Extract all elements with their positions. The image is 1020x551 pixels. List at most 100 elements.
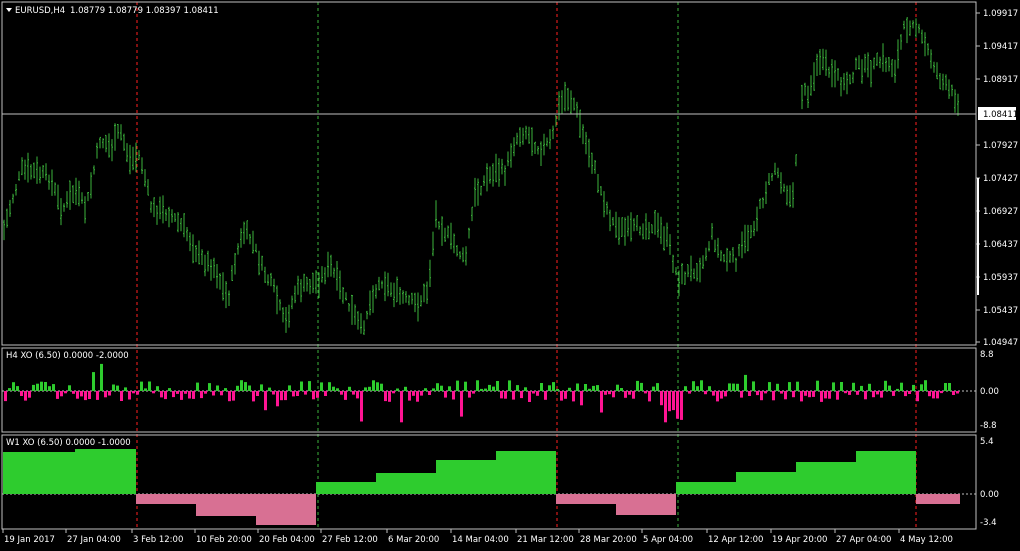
h4-xo-bar xyxy=(804,391,807,396)
h4-xo-bar xyxy=(20,391,23,396)
h4-xo-bar xyxy=(820,391,823,402)
time-label: 3 Feb 12:00 xyxy=(133,535,183,545)
h4-xo-bar xyxy=(96,391,99,400)
h4-xo-bar xyxy=(548,385,551,391)
chart-window[interactable]: EURUSD,H4 1.08779 1.08779 1.08397 1.0841… xyxy=(0,0,1020,551)
price-label: 1.05437 xyxy=(983,306,1018,316)
h4-xo-bar xyxy=(600,391,603,413)
h4-xo-bar xyxy=(304,391,307,395)
h4-xo-bar xyxy=(568,387,571,391)
h4-xo-bar xyxy=(220,391,223,396)
h4-xo-bar xyxy=(68,385,71,391)
h4-xo-bar xyxy=(164,391,167,400)
h4-xo-bar xyxy=(564,391,567,399)
h4-xo-bar xyxy=(784,391,787,400)
h4-xo-bar xyxy=(712,391,715,396)
h4-xo-bar xyxy=(920,384,923,391)
h4-xo-bar xyxy=(776,383,779,391)
h4-xo-bar xyxy=(444,391,447,398)
h4-xo-bar xyxy=(808,391,811,398)
h4-xo-bar xyxy=(692,381,695,391)
w1-scale-bottom: -3.4 xyxy=(980,518,997,528)
price-label: 1.08917 xyxy=(983,75,1018,85)
w1-xo-bar xyxy=(616,494,676,515)
h4-xo-bar xyxy=(300,381,303,391)
h4-xo-bar xyxy=(616,384,619,391)
h4-xo-bar xyxy=(476,380,479,391)
h4-xo-bar xyxy=(240,380,243,391)
h4-xo-bar xyxy=(888,385,891,391)
h4-xo-bar xyxy=(660,391,663,406)
h4-xo-bar xyxy=(780,391,783,394)
h4-xo-bar xyxy=(644,391,647,394)
h4-xo-bar xyxy=(608,391,611,395)
h4-xo-bar xyxy=(388,391,391,402)
h4-xo-bar xyxy=(756,391,759,396)
h4-xo-bar xyxy=(700,380,703,391)
h4-xo-bar xyxy=(640,382,643,391)
h4-xo-bar xyxy=(12,382,15,391)
h4-xo-bar xyxy=(672,391,675,411)
h4-xo-bar xyxy=(28,391,31,398)
w1-scale-zero: 0.00 xyxy=(980,490,999,500)
h4-xo-bar xyxy=(144,388,147,391)
h4-xo-bar xyxy=(500,391,503,399)
h4-xo-bar xyxy=(280,391,283,401)
h4-xo-bar xyxy=(928,391,931,397)
w1-xo-bar xyxy=(75,449,136,494)
h4-xo-bar xyxy=(64,391,67,394)
h4-xo-bar xyxy=(400,391,403,423)
w1-xo-bar xyxy=(916,494,960,504)
h4-xo-bar xyxy=(944,383,947,391)
h4-xo-bar xyxy=(924,380,927,391)
h4-xo-bar xyxy=(168,388,171,391)
h4-xo-bar xyxy=(704,391,707,395)
h4-xo-bar xyxy=(868,383,871,391)
h4-xo-bar xyxy=(748,391,751,396)
h4-xo-bar xyxy=(628,391,631,395)
h4-xo-bar xyxy=(56,391,59,399)
h4-xo-bar xyxy=(884,380,887,391)
time-label: 21 Mar 12:00 xyxy=(517,535,574,545)
h4-xo-bar xyxy=(296,391,299,396)
h4-xo-bar xyxy=(384,391,387,402)
h4-xo-bar xyxy=(720,391,723,399)
time-label: 19 Apr 20:00 xyxy=(772,535,827,545)
h4-xo-bar xyxy=(896,388,899,391)
h4-xo-bar xyxy=(320,382,323,391)
w1-scale-top: 5.4 xyxy=(980,437,994,447)
h4-xo-bar xyxy=(184,391,187,394)
h4-scale-top: 8.8 xyxy=(980,350,994,360)
h4-xo-bar xyxy=(88,391,91,399)
h4-xo-bar xyxy=(192,391,195,399)
h4-xo-bar xyxy=(344,391,347,400)
h4-xo-bar xyxy=(592,385,595,391)
h4-xo-bar xyxy=(244,382,247,391)
h4-xo-bar xyxy=(536,391,539,396)
h4-xo-bar xyxy=(836,391,839,400)
h4-xo-bar xyxy=(428,391,431,395)
price-label: 1.09917 xyxy=(983,9,1018,19)
h4-xo-bar xyxy=(596,385,599,391)
h4-xo-bar xyxy=(668,391,671,412)
h4-xo-bar xyxy=(952,391,955,395)
w1-xo-bar xyxy=(556,494,616,504)
h4-xo-bar xyxy=(224,388,227,391)
h4-xo-bar xyxy=(496,381,499,391)
h4-xo-bar xyxy=(216,385,219,391)
current-price-label: 1.08411 xyxy=(983,110,1018,120)
h4-xo-bar xyxy=(328,382,331,391)
h4-xo-bar xyxy=(264,391,267,411)
h4-xo-bar xyxy=(76,391,79,399)
h4-xo-bar xyxy=(336,388,339,391)
time-label: 20 Feb 04:00 xyxy=(259,535,315,545)
h4-xo-bar xyxy=(772,391,775,401)
h4-xo-bar xyxy=(340,391,343,395)
w1-xo-bar xyxy=(316,482,376,494)
h4-xo-bar xyxy=(276,391,279,407)
h4-xo-bar xyxy=(800,391,803,402)
h4-xo-bar xyxy=(8,388,11,391)
time-label: 5 Apr 04:00 xyxy=(643,535,693,545)
h4-xo-bar xyxy=(488,384,491,391)
h4-xo-bar xyxy=(36,383,39,391)
